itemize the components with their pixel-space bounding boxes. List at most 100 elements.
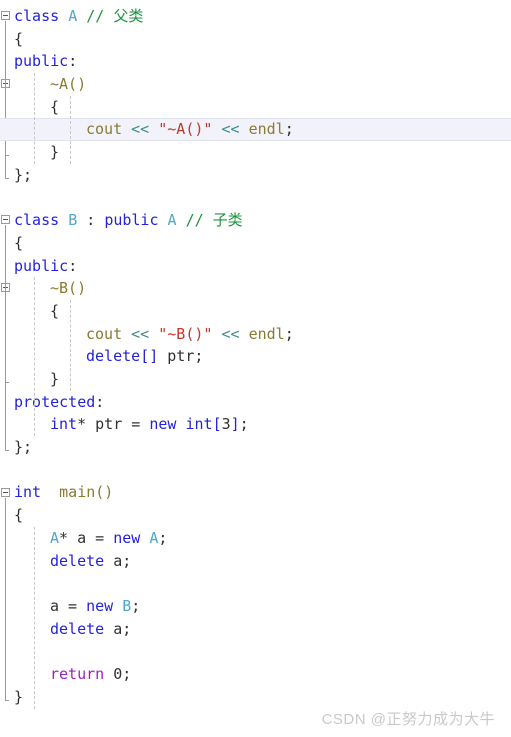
- code-token: A: [167, 211, 177, 230]
- code-line[interactable]: }: [0, 368, 511, 391]
- code-editor[interactable]: class A // 父类{public: ~A(){cout << "~A()"…: [0, 0, 511, 737]
- code-line-text: int main(): [14, 481, 113, 504]
- code-line-text: class B : public A // 子类: [14, 209, 243, 232]
- code-token: A: [68, 7, 78, 25]
- code-line[interactable]: {: [0, 300, 511, 323]
- code-token: <<: [221, 120, 240, 139]
- code-line[interactable]: [0, 572, 511, 595]
- code-token: }: [50, 143, 60, 162]
- code-token: a =: [50, 596, 87, 615]
- code-line[interactable]: int main(): [0, 481, 511, 504]
- code-line[interactable]: [0, 459, 511, 482]
- code-line[interactable]: delete[] ptr;: [0, 345, 511, 368]
- code-line[interactable]: public:: [0, 255, 511, 278]
- code-line[interactable]: delete a;: [0, 550, 511, 573]
- code-line[interactable]: }: [0, 686, 511, 709]
- code-token: "~B()": [158, 324, 213, 343]
- code-line-text: {: [50, 96, 59, 119]
- code-line[interactable]: class B : public A // 子类: [0, 209, 511, 232]
- code-token: }: [14, 687, 24, 706]
- code-token: public: [104, 211, 168, 230]
- code-line[interactable]: int* ptr = new int[3];: [0, 413, 511, 436]
- code-line[interactable]: a = new B;: [0, 595, 511, 618]
- code-line[interactable]: [0, 187, 511, 210]
- code-token: 0: [113, 664, 123, 683]
- code-line[interactable]: };: [0, 164, 511, 187]
- code-line[interactable]: class A // 父类: [0, 5, 511, 28]
- code-line-text: a = new B;: [50, 595, 140, 618]
- code-token: "~A()": [158, 120, 213, 139]
- code-line-text: delete a;: [50, 550, 131, 573]
- code-token: [: [212, 415, 222, 434]
- code-token: }: [50, 370, 60, 388]
- code-token: int: [185, 415, 213, 434]
- code-line[interactable]: delete a;: [0, 618, 511, 641]
- code-line[interactable]: };: [0, 436, 511, 459]
- indent-guide: [34, 277, 35, 437]
- code-token: // 子类: [185, 211, 243, 230]
- code-line-text: ~B(): [50, 277, 86, 300]
- code-line[interactable]: {: [0, 504, 511, 527]
- code-token: :: [68, 256, 78, 275]
- code-token: return: [50, 664, 105, 683]
- code-line[interactable]: ~A(): [0, 73, 511, 96]
- code-token: ;: [122, 664, 132, 683]
- code-line[interactable]: {: [0, 28, 511, 51]
- code-token: B: [68, 211, 78, 230]
- code-line-text: {: [14, 232, 23, 255]
- code-token: int: [14, 483, 42, 502]
- code-line[interactable]: [0, 640, 511, 663]
- code-line[interactable]: public:: [0, 50, 511, 73]
- code-token: // 父类: [86, 7, 144, 25]
- code-line-text: ~A(): [50, 73, 86, 96]
- code-line-text: {: [14, 28, 23, 51]
- code-line[interactable]: {: [0, 96, 511, 119]
- code-content[interactable]: class A // 父类{public: ~A(){cout << "~A()"…: [0, 0, 511, 708]
- code-line-text: {: [14, 504, 23, 527]
- code-token: []: [140, 347, 168, 366]
- code-token: delete: [86, 347, 141, 366]
- code-line[interactable]: {: [0, 232, 511, 255]
- code-token: ~A(): [50, 75, 87, 94]
- code-token: B: [122, 596, 132, 615]
- code-token: A: [50, 528, 60, 547]
- code-token: :: [77, 211, 105, 230]
- code-token: ;: [131, 596, 141, 615]
- code-token: {: [14, 506, 24, 525]
- code-line-text: };: [14, 164, 32, 187]
- indent-guide: [34, 527, 35, 709]
- code-line-text: {: [50, 300, 59, 323]
- code-line[interactable]: protected:: [0, 391, 511, 414]
- code-line[interactable]: cout << "~B()" << endl;: [0, 323, 511, 346]
- code-token: ~B(): [50, 279, 87, 298]
- code-line-text: delete[] ptr;: [86, 345, 203, 368]
- code-token: new: [86, 596, 123, 615]
- code-line-text: int* ptr = new int[3];: [50, 413, 249, 436]
- code-line[interactable]: ~B(): [0, 277, 511, 300]
- code-line[interactable]: cout << "~A()" << endl;: [0, 118, 511, 142]
- code-token: cout: [86, 324, 123, 343]
- code-token: :: [95, 392, 105, 411]
- code-token: int: [50, 415, 78, 434]
- code-token: ]: [230, 415, 240, 434]
- indent-guide: [70, 95, 71, 164]
- code-token: a;: [104, 551, 132, 570]
- code-token: new: [149, 415, 186, 434]
- code-line-text: }: [50, 368, 59, 391]
- csdn-watermark: CSDN @正努力成为大牛: [321, 711, 495, 728]
- code-token: cout: [86, 120, 123, 139]
- code-token: {: [50, 301, 60, 320]
- code-token: protected: [14, 392, 96, 411]
- code-line[interactable]: return 0;: [0, 663, 511, 686]
- code-line-text: public:: [14, 50, 77, 73]
- code-token: <<: [131, 324, 150, 343]
- code-line[interactable]: A* a = new A;: [0, 527, 511, 550]
- code-line-text: A* a = new A;: [50, 527, 167, 550]
- code-token: delete: [50, 551, 105, 570]
- code-line[interactable]: }: [0, 141, 511, 164]
